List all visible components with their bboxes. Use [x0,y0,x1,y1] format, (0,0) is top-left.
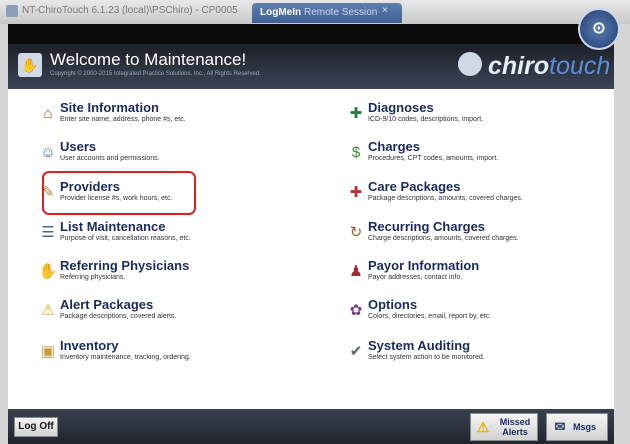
menu-item-desc: Referring physicians. [60,274,126,281]
menu-item-label: List Maintenance [60,219,166,234]
app-icon [6,5,18,17]
window-title: NT-ChiroTouch 6.1.23 (local)\PSChiro) - … [22,5,238,16]
recurring-icon: ↻ [349,224,363,241]
menu-item-label: Referring Physicians [60,258,190,273]
warning-icon: ⚠ [41,302,55,319]
logo-part1: chiro [488,52,550,80]
chirotouch-logo: chirotouch [458,52,610,81]
remote-session-tab[interactable]: LogMeIn Remote Session × [252,3,402,23]
maintenance-header: ✋ Welcome to Maintenance! Copyright © 20… [8,44,614,89]
remote-tab-label: Remote Session [304,7,378,18]
remote-toolbar [8,24,614,44]
copyright-text: Copyright © 2000-2015 Integrated Practic… [50,71,261,77]
menu-item-desc: Select system action to be monitored. [368,354,485,361]
list-icon: ☰ [41,224,55,241]
menu-item-label: Options [368,297,418,312]
menu-item-label: Payor Information [368,258,480,273]
menu-item-desc: Package descriptions, amounts, covered c… [368,195,523,202]
menu-item-desc: Colors, directories, email, report by, e… [368,313,492,320]
document-icon: ✎ [41,184,55,201]
menu-item-label: Users [60,139,97,154]
hand-logo-icon: ✋ [18,53,42,77]
logmein-badge-icon[interactable]: ⊙ [578,8,620,50]
box-icon: ▣ [40,343,56,360]
menu-item-desc: ICD-9/10 codes, descriptions, import. [368,116,484,123]
missed-alerts-label: Missed Alerts [499,417,531,437]
menu-item-desc: Package descriptions, covered alerts. [60,313,177,320]
diagnosis-icon: ✚ [349,105,363,122]
audit-icon: ✔ [349,343,363,360]
menu-item-label: Site Information [60,100,159,115]
house-icon: ⌂ [43,105,53,122]
menu-item-desc: User accounts and permissions. [60,155,160,162]
menu-item-desc: Enter site name, address, phone #s, etc. [60,116,186,123]
logo-part2: touch [549,52,611,80]
logo-mark-icon [458,52,482,76]
page-title: Welcome to Maintenance! [50,50,247,69]
menu-item-desc: Charge descriptions, amounts, covered ch… [368,235,519,242]
menu-item-label: Providers [60,179,120,194]
money-icon: $ [351,144,361,161]
log-off-button[interactable]: Log Off [14,417,58,437]
menu-item-desc: Provider license #s, work hours, etc. [60,195,173,202]
remote-tab-app: LogMeIn [260,7,302,18]
messages-icon: ✉ [554,419,566,434]
payor-icon: ♟ [349,263,363,280]
maintenance-menu: ⌂ Site Information Enter site name, addr… [8,89,614,409]
msgs-button[interactable]: ✉ Msgs [546,413,608,441]
menu-item-label: Alert Packages [60,297,154,312]
missed-alerts-button[interactable]: ⚠ Missed Alerts [470,413,538,441]
menu-item-label: Care Packages [368,179,461,194]
package-icon: ✚ [349,184,363,201]
menu-item-label: Diagnoses [368,100,434,115]
handshake-icon: ✋ [38,263,58,280]
footer-bar: Log Off ⚠ Missed Alerts ✉ Msgs [8,409,614,444]
menu-item-desc: Payor addresses, contact info. [368,274,463,281]
menu-item-label: Inventory [60,338,119,353]
menu-item-desc: Purpose of visit, cancellation reasons, … [60,235,191,242]
warning-icon: ⚠ [476,419,490,435]
menu-item-desc: Procedures, CPT codes, amounts, import. [368,155,499,162]
close-icon[interactable]: × [382,5,388,16]
menu-item-desc: Inventory maintenance, tracking, orderin… [60,354,191,361]
msgs-label: Msgs [573,422,597,432]
options-icon: ✿ [349,302,363,319]
menu-item-label: System Auditing [368,338,471,353]
menu-item-label: Charges [368,139,421,154]
menu-item-label: Recurring Charges [368,219,486,234]
users-icon: ☺ [40,144,56,161]
